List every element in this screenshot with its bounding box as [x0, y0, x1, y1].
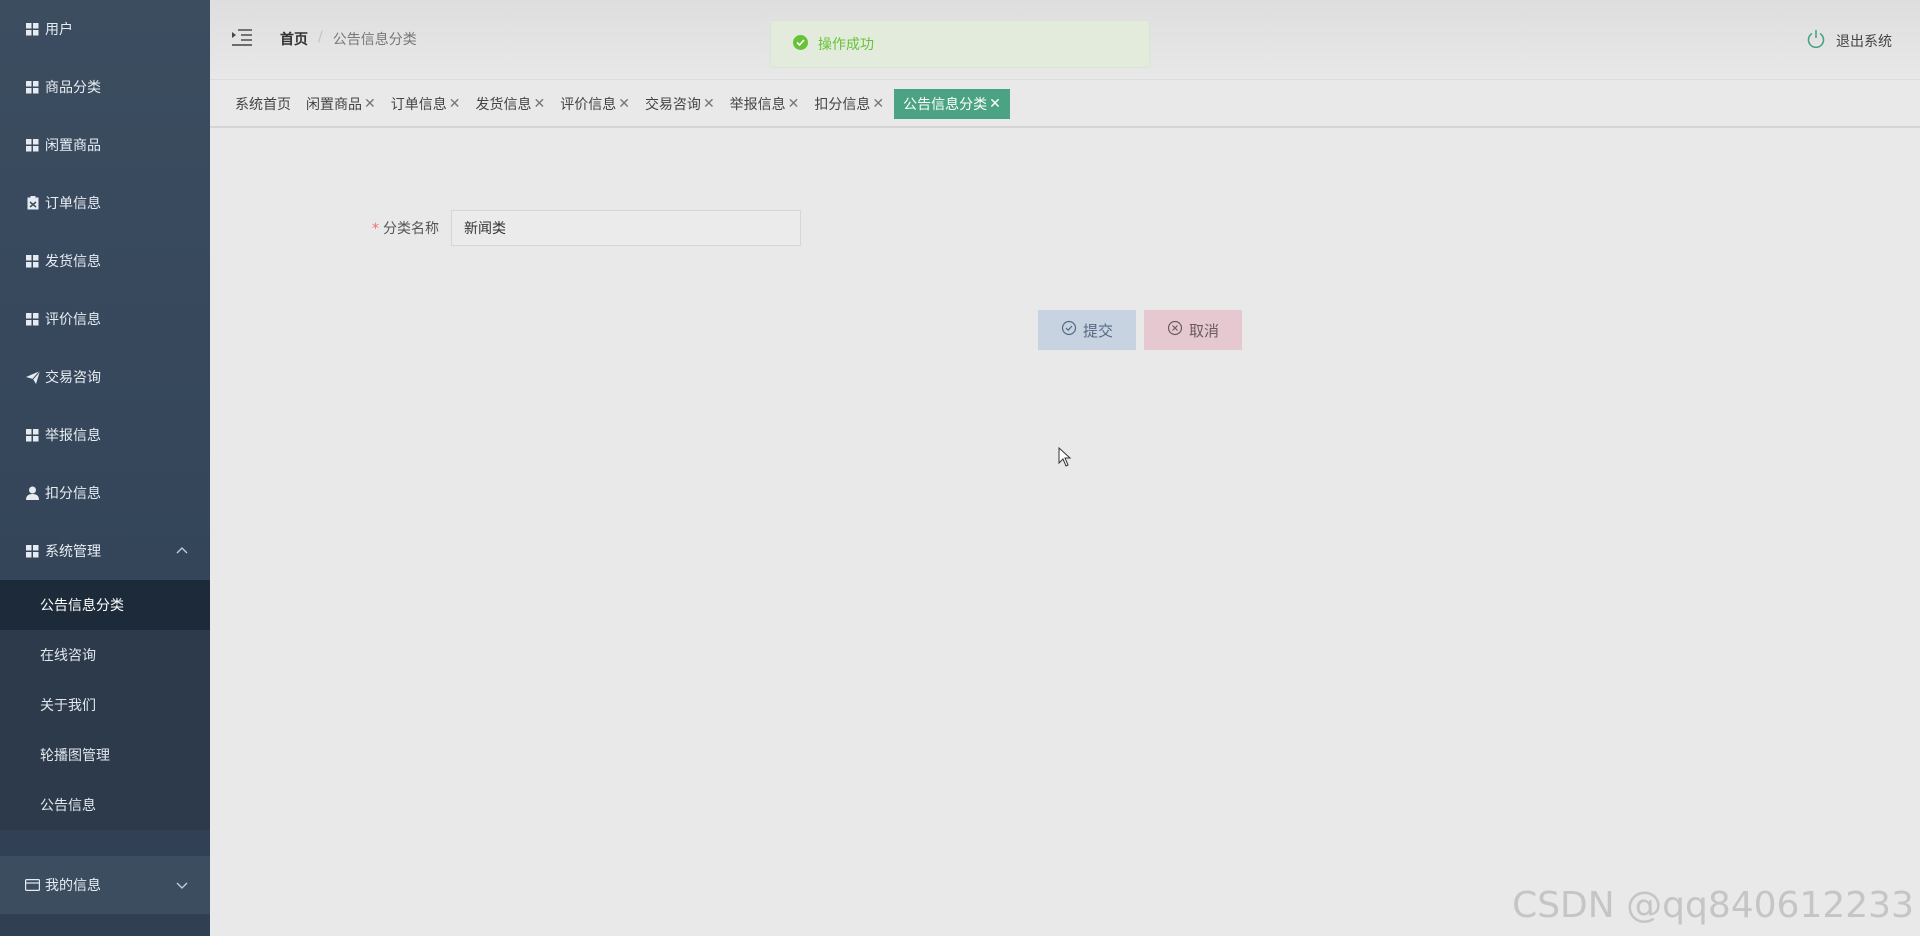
- sidebar-item-my-info[interactable]: 我的信息: [0, 856, 210, 914]
- chevron-up-icon: [176, 545, 188, 557]
- tab-deductions[interactable]: 扣分信息 ✕: [809, 89, 889, 119]
- close-icon[interactable]: ✕: [788, 96, 800, 112]
- tab-notice-category[interactable]: 公告信息分类 ✕: [894, 89, 1010, 119]
- sidebar-item-label: 发货信息: [45, 254, 101, 270]
- sidebar-item-label: 闲置商品: [45, 138, 101, 154]
- check-circle-icon: [793, 34, 808, 54]
- breadcrumb-current: 公告信息分类: [332, 32, 417, 48]
- close-circle-icon: [1167, 320, 1183, 340]
- cancel-button[interactable]: 取消: [1144, 310, 1242, 350]
- close-icon[interactable]: ✕: [989, 96, 1001, 112]
- sidebar-item-reports[interactable]: 举报信息: [0, 406, 210, 464]
- grid-icon: [25, 138, 40, 153]
- tab-label: 交易咨询: [644, 97, 701, 113]
- sidebar-subitem-carousel[interactable]: 轮播图管理: [0, 730, 210, 780]
- power-icon: [1806, 29, 1826, 53]
- sidebar-item-reviews[interactable]: 评价信息: [0, 290, 210, 348]
- submit-label: 提交: [1082, 321, 1113, 340]
- close-icon[interactable]: ✕: [872, 96, 884, 112]
- paper-plane-icon: [25, 370, 40, 385]
- tab-label: 公告信息分类: [903, 97, 988, 113]
- grid-icon: [25, 544, 40, 559]
- tab-trade-inquiry[interactable]: 交易咨询 ✕: [640, 89, 720, 119]
- tab-system-home[interactable]: 系统首页: [230, 89, 296, 119]
- clipboard-icon: [25, 196, 40, 211]
- sidebar: 用户 商品分类 闲置商品 订单信息 发货信息 评价信息 交易咨询 举报信息 扣分…: [0, 0, 210, 936]
- grid-icon: [25, 22, 40, 37]
- submit-button[interactable]: 提交: [1038, 310, 1136, 350]
- sidebar-item-system-management[interactable]: 系统管理: [0, 522, 210, 580]
- sidebar-item-trade-inquiry[interactable]: 交易咨询: [0, 348, 210, 406]
- tab-label: 订单信息: [390, 97, 447, 113]
- tab-orders[interactable]: 订单信息 ✕: [386, 89, 466, 119]
- logout-button[interactable]: 退出系统: [1806, 29, 1892, 53]
- grid-icon: [25, 254, 40, 269]
- tab-idle-goods[interactable]: 闲置商品 ✕: [301, 89, 381, 119]
- sidebar-item-label: 交易咨询: [45, 370, 101, 386]
- close-icon[interactable]: ✕: [449, 96, 461, 112]
- cancel-label: 取消: [1188, 321, 1219, 340]
- toast-message: 操作成功: [818, 37, 874, 53]
- grid-icon: [25, 428, 40, 443]
- sidebar-item-users[interactable]: 用户: [0, 0, 210, 58]
- sidebar-item-deductions[interactable]: 扣分信息: [0, 464, 210, 522]
- sidebar-item-label: 举报信息: [45, 428, 101, 444]
- sidebar-item-idle-goods[interactable]: 闲置商品: [0, 116, 210, 174]
- sidebar-item-label: 我的信息: [45, 878, 101, 894]
- tab-reviews[interactable]: 评价信息 ✕: [555, 89, 635, 119]
- user-icon: [25, 486, 40, 501]
- sidebar-item-label: 用户: [45, 22, 73, 38]
- sidebar-item-product-category[interactable]: 商品分类: [0, 58, 210, 116]
- system-submenu: 公告信息分类 在线咨询 关于我们 轮播图管理 公告信息: [0, 580, 210, 830]
- success-toast: 操作成功: [770, 20, 1150, 68]
- category-name-label-text: 分类名称: [383, 221, 439, 237]
- tab-reports[interactable]: 举报信息 ✕: [725, 89, 805, 119]
- tab-label: 扣分信息: [814, 97, 871, 113]
- tab-label: 评价信息: [560, 97, 617, 113]
- sidebar-subitem-about-us[interactable]: 关于我们: [0, 680, 210, 730]
- close-icon[interactable]: ✕: [703, 96, 715, 112]
- card-icon: [25, 878, 40, 893]
- sidebar-item-label: 订单信息: [45, 196, 101, 212]
- grid-icon: [25, 80, 40, 95]
- sidebar-item-label: 评价信息: [45, 312, 101, 328]
- tab-label: 举报信息: [729, 97, 786, 113]
- close-icon[interactable]: ✕: [364, 96, 376, 112]
- tab-shipping[interactable]: 发货信息 ✕: [470, 89, 550, 119]
- sidebar-item-shipping[interactable]: 发货信息: [0, 232, 210, 290]
- breadcrumb: 首页 / 公告信息分类: [280, 29, 417, 49]
- sidebar-item-label: 商品分类: [45, 80, 101, 96]
- tab-label: 发货信息: [475, 97, 532, 113]
- sidebar-subitem-notice-category[interactable]: 公告信息分类: [0, 580, 210, 630]
- breadcrumb-home[interactable]: 首页: [280, 29, 308, 49]
- sidebar-item-label: 扣分信息: [45, 486, 101, 502]
- mouse-cursor-icon: [1058, 446, 1072, 467]
- sidebar-subitem-online-consult[interactable]: 在线咨询: [0, 630, 210, 680]
- breadcrumb-separator: /: [318, 29, 323, 45]
- close-icon[interactable]: ✕: [618, 96, 630, 112]
- check-circle-outline-icon: [1061, 320, 1077, 340]
- category-name-label: * 分类名称: [372, 218, 439, 238]
- grid-icon: [25, 312, 40, 327]
- tab-label: 系统首页: [235, 97, 291, 113]
- category-name-input[interactable]: [451, 210, 801, 246]
- close-icon[interactable]: ✕: [533, 96, 545, 112]
- tab-bar: 系统首页 闲置商品 ✕ 订单信息 ✕ 发货信息 ✕ 评价信息 ✕ 交易咨询 ✕ 举报信息 ✕…: [210, 82, 1920, 128]
- sidebar-item-label: 系统管理: [45, 544, 101, 560]
- tab-label: 闲置商品: [306, 97, 362, 113]
- sidebar-item-orders[interactable]: 订单信息: [0, 174, 210, 232]
- menu-toggle-icon[interactable]: [232, 28, 252, 46]
- logout-label: 退出系统: [1836, 34, 1892, 50]
- chevron-down-icon: [176, 879, 188, 891]
- watermark: CSDN @qq840612233: [1512, 885, 1914, 926]
- sidebar-subitem-notices[interactable]: 公告信息: [0, 780, 210, 830]
- required-mark: *: [372, 221, 379, 237]
